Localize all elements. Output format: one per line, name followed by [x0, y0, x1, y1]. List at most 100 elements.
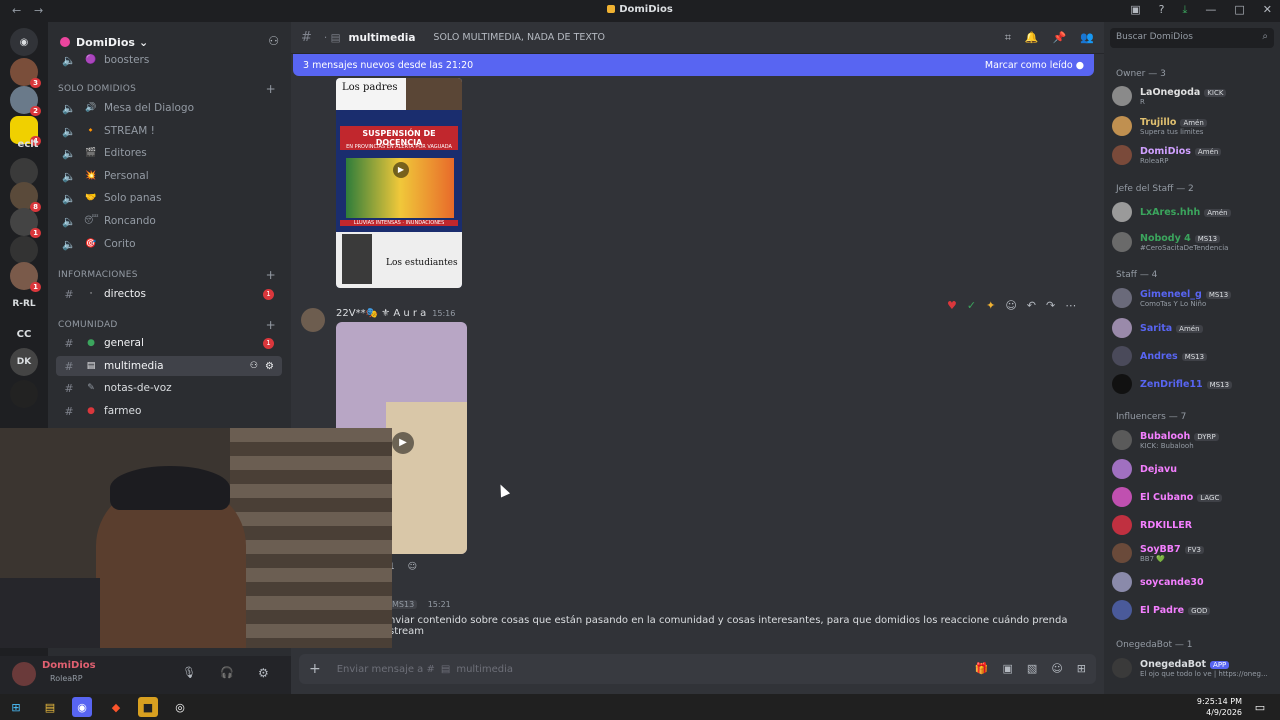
channel-roncando[interactable]: 🔈 😴 Roncando	[56, 211, 282, 231]
new-messages-bar[interactable]: 3 mensajes nuevos desde las 21:20 Marcar…	[293, 54, 1094, 76]
channel-general[interactable]: # ● general 1	[56, 333, 282, 353]
add-channel-icon[interactable]: +	[266, 318, 276, 332]
member-item[interactable]: Sarita Amén	[1112, 314, 1274, 342]
headphones-icon[interactable]: 🎧	[220, 666, 234, 679]
gear-icon[interactable]: ⚙	[265, 361, 274, 372]
add-reaction-icon[interactable]: ☺	[408, 562, 417, 572]
server-icon-button[interactable]: 8	[10, 182, 41, 212]
channel-multimedia[interactable]: # ▤ multimedia ⚇ ⚙	[56, 356, 282, 376]
server-icon-button[interactable]: 2	[10, 86, 41, 116]
add-channel-icon[interactable]: +	[266, 82, 276, 96]
member-item[interactable]: Andres MS13	[1112, 342, 1274, 370]
member-list-icon[interactable]: 👥	[1080, 31, 1094, 45]
emoji-icon[interactable]: ☺	[1051, 662, 1062, 675]
member-item[interactable]: Bubalooh DYRP KICK: Bubalooh	[1112, 426, 1274, 454]
reaction-chip[interactable]: 1 ☺	[389, 562, 417, 572]
reply-icon[interactable]: ↶	[1027, 299, 1036, 312]
clock-time: 9:25:14 PM	[1196, 697, 1242, 706]
inbox-icon[interactable]: ▣	[1130, 3, 1140, 17]
minimize-icon[interactable]: —	[1205, 3, 1216, 17]
author-name[interactable]: 22V**🎭 ⚜ A u r a	[336, 308, 426, 319]
channel-farmeo[interactable]: # ● farmeo	[56, 401, 282, 421]
member-item[interactable]: El Cubano LAGC	[1112, 483, 1274, 511]
hash-icon: #	[64, 404, 74, 418]
gear-icon[interactable]: ⚙	[258, 666, 269, 680]
member-item[interactable]: DomiDios Amén RoleaRP	[1112, 141, 1274, 169]
download-icon[interactable]: ⤓	[1183, 3, 1188, 17]
member-item[interactable]: OnegedaBot APP El ojo que todo lo ve | htt…	[1112, 654, 1274, 682]
member-item[interactable]: RDKILLER	[1112, 511, 1274, 539]
member-item[interactable]: soycande30	[1112, 568, 1274, 596]
more-icon[interactable]: ⋯	[1065, 299, 1076, 312]
member-item[interactable]: Gimeneel_g MS13 ComoTas Y Lo Niño	[1112, 284, 1274, 312]
close-icon[interactable]: ✕	[1263, 3, 1272, 17]
member-item[interactable]: SoyBB7 FV3 BB7 💚	[1112, 539, 1274, 567]
server-icon-button[interactable]: CC	[10, 320, 38, 348]
help-icon[interactable]: ?	[1159, 3, 1165, 17]
channel-notas-de-voz[interactable]: # ✎ notas-de-voz	[56, 378, 282, 398]
channel-stream[interactable]: 🔈 🔸 STREAM !	[56, 121, 282, 141]
gif-icon[interactable]: ▣	[1003, 662, 1013, 675]
search-input[interactable]: Buscar DomiDios ⌕	[1110, 28, 1274, 48]
mark-as-read-button[interactable]: Marcar como leído ●	[985, 60, 1084, 71]
category-informaciones[interactable]: INFORMACIONES +	[58, 268, 282, 282]
game-app-icon[interactable]: ■	[138, 697, 158, 717]
server-icon-button[interactable]: R-RL	[10, 290, 38, 318]
server-icon-button[interactable]: DK	[10, 348, 38, 376]
member-item[interactable]: ZenDrifle11 MS13	[1112, 370, 1274, 398]
brave-browser-icon[interactable]: ◆	[106, 697, 126, 717]
bell-icon[interactable]: 🔔	[1025, 31, 1039, 45]
member-item[interactable]: Dejavu	[1112, 455, 1274, 483]
server-icon-button[interactable]: eclt	[14, 130, 42, 158]
channel-emoji-icon: ●	[87, 406, 95, 416]
member-item[interactable]: Trujillo Amén Supera tus limites	[1112, 112, 1274, 140]
forward-icon[interactable]: ↷	[1046, 299, 1055, 312]
play-icon[interactable]: ▶	[393, 162, 409, 178]
gift-icon[interactable]: 🎁	[975, 662, 989, 675]
channel-corito[interactable]: 🔈 🎯 Corito	[56, 234, 282, 254]
channel-mesa-del-dialogo[interactable]: 🔈 🔊 Mesa del Dialogo	[56, 98, 282, 118]
home-button[interactable]: ◉	[10, 28, 38, 56]
video-attachment[interactable]: Los padres SUSPENSIÓN DE DOCENCIA EN PRO…	[336, 78, 462, 288]
server-icon-button[interactable]: 3	[10, 58, 41, 88]
check-icon[interactable]: ✓	[967, 299, 976, 312]
member-item[interactable]: LxAres.hhh Amén	[1112, 198, 1274, 226]
member-item[interactable]: Nobody 4 MS13 #CeroSacitaDeTendencia	[1112, 228, 1274, 256]
windows-start-icon[interactable]: ⊞	[6, 697, 26, 717]
threads-icon[interactable]: ⌗	[1005, 31, 1011, 45]
apps-icon[interactable]: ⊞	[1077, 662, 1086, 675]
channel-boosters[interactable]: 🔈 🟣 boosters	[56, 50, 282, 70]
pin-icon[interactable]: 📌	[1053, 31, 1067, 45]
notifications-icon[interactable]: ▭	[1250, 697, 1270, 717]
file-explorer-icon[interactable]: ▤	[40, 697, 60, 717]
category-solo-domidios[interactable]: SOLO DOMIDIOS +	[58, 82, 282, 96]
avatar[interactable]	[12, 662, 36, 686]
attach-plus-icon[interactable]: +	[309, 661, 321, 677]
avatar	[1112, 572, 1132, 592]
server-icon-button[interactable]: 1	[10, 208, 41, 238]
category-comunidad[interactable]: COMUNIDAD +	[58, 318, 282, 332]
microphone-icon[interactable]: 🎙	[182, 666, 196, 679]
add-member-icon[interactable]: ⚇	[250, 361, 258, 371]
play-icon[interactable]: ▶	[392, 432, 414, 454]
maximize-icon[interactable]: □	[1234, 3, 1244, 17]
add-reaction-icon[interactable]: ☺	[1005, 299, 1016, 312]
server-icon-button[interactable]	[10, 236, 38, 264]
channel-directos[interactable]: # · directos 1	[56, 284, 282, 304]
channel-personal[interactable]: 🔈 💥 Personal	[56, 166, 282, 186]
emoji-reaction-icon[interactable]: ✦	[986, 299, 995, 312]
member-item[interactable]: LaOnegoda KICK R	[1112, 82, 1274, 110]
avatar[interactable]	[301, 308, 325, 332]
sticker-icon[interactable]: ▧	[1027, 662, 1037, 675]
server-icon-button[interactable]: 1	[10, 262, 41, 292]
channel-editores[interactable]: 🔈 🎬 Editores	[56, 143, 282, 163]
message-input[interactable]: + Enviar mensaje a # ▤ multimedia 🎁 ▣ ▧ …	[299, 654, 1096, 684]
add-channel-icon[interactable]: +	[266, 268, 276, 282]
obs-icon[interactable]: ◎	[170, 697, 190, 717]
channel-solo-panas[interactable]: 🔈 🤝 Solo panas	[56, 188, 282, 208]
server-icon-button[interactable]	[10, 380, 38, 408]
discord-icon[interactable]: ◉	[72, 697, 92, 717]
member-item[interactable]: El Padre GOD	[1112, 596, 1274, 624]
invite-people-icon[interactable]: ⚇	[268, 34, 279, 48]
heart-icon[interactable]: ♥	[947, 299, 957, 312]
